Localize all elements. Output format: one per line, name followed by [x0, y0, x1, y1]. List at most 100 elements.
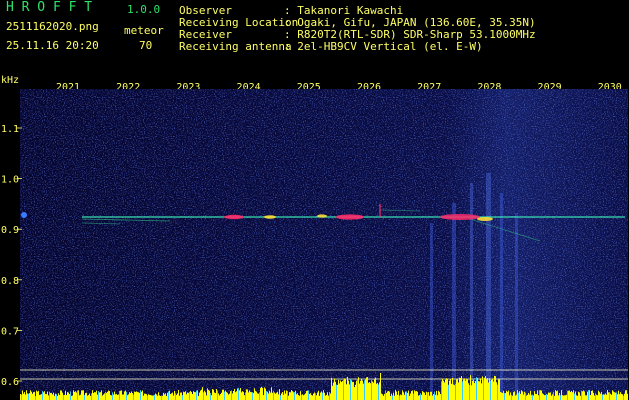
histogram-bar [140, 390, 141, 400]
histogram-bar [610, 393, 611, 400]
histogram-bar [221, 392, 222, 400]
histogram-bar [361, 379, 362, 400]
histogram-bar [463, 379, 464, 400]
histogram-bar [38, 390, 39, 400]
histogram-bar [291, 390, 292, 400]
histogram-bar [68, 392, 69, 400]
histogram-bar [216, 389, 217, 400]
histogram-bar [501, 392, 502, 400]
histogram-bar [364, 380, 365, 400]
histogram-bar [326, 394, 327, 400]
histogram-bar [591, 390, 592, 400]
histogram-bar [308, 390, 309, 400]
histogram-bar [268, 393, 269, 400]
histogram-bar [27, 393, 28, 400]
histogram-bar [575, 391, 576, 400]
histogram-bar [56, 394, 57, 400]
histogram-bar [597, 395, 598, 400]
histogram-bar [476, 377, 477, 400]
histogram-bar [417, 391, 418, 400]
histogram-bar [143, 395, 144, 400]
histogram-bar [547, 394, 548, 400]
histogram-bar [281, 393, 282, 400]
histogram-bar [127, 395, 128, 400]
histogram-bar [481, 383, 482, 400]
histogram-bar [85, 393, 86, 400]
histogram-bar [367, 376, 368, 400]
histogram-bar [163, 392, 164, 400]
histogram-bar [529, 394, 530, 400]
histogram-bar [439, 391, 440, 400]
histogram-bar [445, 379, 446, 400]
histogram-bar [149, 394, 150, 400]
histogram-bar [205, 392, 206, 400]
histogram-bar [231, 390, 232, 400]
histogram-bar [542, 393, 543, 400]
histogram-bar [182, 395, 183, 400]
histogram-bar [288, 395, 289, 400]
histogram-bar [58, 393, 59, 400]
histogram-bar [538, 395, 539, 400]
histogram-bar [460, 377, 461, 400]
histogram-bar [300, 391, 301, 400]
histogram-bar [541, 390, 542, 400]
noise-texture [20, 89, 628, 400]
histogram-bar [455, 383, 456, 400]
histogram-bar [266, 391, 267, 400]
histogram-bar [487, 378, 488, 400]
histogram-bar [462, 381, 463, 400]
histogram-bar [242, 391, 243, 400]
histogram-bar [199, 392, 200, 400]
histogram-bar [468, 383, 469, 400]
histogram-bar [391, 393, 392, 400]
histogram-bar [440, 393, 441, 400]
histogram-bar [233, 390, 234, 400]
histogram-bar [164, 394, 165, 400]
histogram-bar [480, 378, 481, 400]
histogram-bar [366, 377, 367, 400]
histogram-bar [278, 394, 279, 400]
histogram-bar [415, 391, 416, 400]
histogram-bar [504, 393, 505, 400]
histogram-bar [376, 383, 377, 400]
histogram-bar [81, 390, 82, 400]
histogram-bar [121, 390, 122, 400]
histogram-bar [99, 392, 100, 400]
histogram-bar [584, 391, 585, 400]
histogram-bar [284, 390, 285, 400]
histogram-bar [556, 391, 557, 400]
histogram-bar [190, 390, 191, 400]
histogram-bar [341, 382, 342, 400]
histogram-bar [116, 394, 117, 400]
histogram-bar [137, 391, 138, 400]
histogram-bar [401, 395, 402, 400]
histogram-bar [100, 392, 101, 400]
axis-unit-label: kHz [1, 75, 19, 86]
histogram-bar [96, 390, 97, 400]
histogram-bar [550, 392, 551, 400]
histogram-bar [79, 395, 80, 400]
histogram-bar [517, 390, 518, 400]
histogram-bar [331, 377, 332, 400]
histogram-bar [156, 394, 157, 400]
histogram-bar [338, 379, 339, 400]
histogram-bar [264, 387, 265, 400]
histogram-bar [600, 393, 601, 400]
histogram-bar [43, 392, 44, 400]
histogram-bar [359, 383, 360, 400]
histogram-bar [484, 377, 485, 400]
histogram-bar [128, 394, 129, 400]
histogram-bar [609, 392, 610, 400]
histogram-bar [497, 384, 498, 400]
histogram-bar [46, 394, 47, 400]
histogram-bar [92, 390, 93, 400]
histogram-bar [571, 390, 572, 400]
histogram-bar [83, 390, 84, 400]
histogram-bar [309, 393, 310, 400]
histogram-bar [495, 376, 496, 400]
histogram-bar [508, 390, 509, 400]
histogram-bar [34, 391, 35, 400]
histogram-bar [384, 393, 385, 400]
histogram-bar [568, 390, 569, 400]
histogram-bar [603, 394, 604, 400]
